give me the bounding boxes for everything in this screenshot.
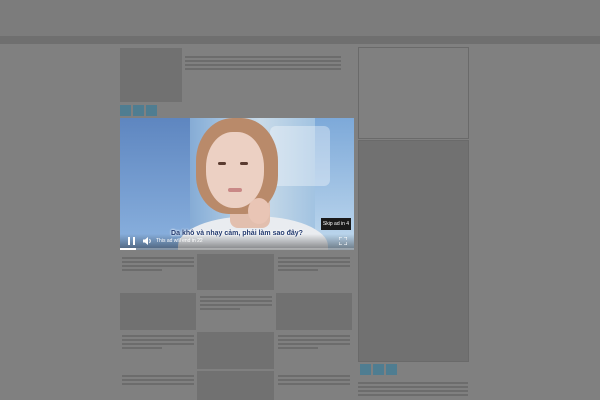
- text-line: [358, 390, 468, 392]
- text-line: [122, 347, 162, 349]
- text-line: [278, 379, 350, 381]
- text-line: [278, 383, 350, 385]
- sidebar-square[interactable]: [373, 364, 384, 375]
- text-line: [185, 56, 341, 58]
- volume-icon[interactable]: [143, 237, 153, 247]
- text-line: [278, 257, 350, 259]
- share-square[interactable]: [146, 105, 157, 116]
- video-progress-fill: [120, 248, 137, 250]
- grid-thumbnail[interactable]: [197, 371, 274, 400]
- share-square[interactable]: [133, 105, 144, 116]
- video-figure-face: [206, 132, 264, 208]
- top-navigation-bar: [0, 0, 600, 36]
- sidebar-square[interactable]: [360, 364, 371, 375]
- video-subtitle: Da khô và nhạy cảm, phải làm sao đây?: [171, 230, 303, 237]
- share-square[interactable]: [120, 105, 131, 116]
- video-figure-hand: [248, 198, 270, 224]
- text-line: [278, 335, 350, 337]
- text-line: [358, 394, 468, 396]
- video-background: [270, 126, 330, 186]
- skip-ad-button[interactable]: Skip ad in 4: [321, 218, 351, 230]
- text-line: [122, 257, 194, 259]
- grid-thumbnail[interactable]: [120, 293, 196, 330]
- text-line: [278, 265, 350, 267]
- sidebar-box-tall: [358, 140, 469, 362]
- text-line: [185, 68, 341, 70]
- thumbnail-top[interactable]: [120, 48, 182, 102]
- text-line: [185, 60, 341, 62]
- text-line: [185, 64, 341, 66]
- text-line: [122, 379, 194, 381]
- text-line: [278, 347, 318, 349]
- text-line: [358, 382, 468, 384]
- text-line: [200, 308, 240, 310]
- fullscreen-icon[interactable]: [338, 236, 348, 247]
- grid-thumbnail[interactable]: [197, 332, 274, 369]
- text-line: [122, 375, 194, 377]
- text-line: [122, 335, 194, 337]
- text-line: [278, 375, 350, 377]
- text-line: [278, 261, 350, 263]
- text-line: [278, 339, 350, 341]
- grid-thumbnail[interactable]: [276, 293, 352, 330]
- sidebar-box-top: [358, 47, 469, 139]
- video-figure-eye: [240, 162, 248, 165]
- text-line: [122, 265, 194, 267]
- text-line: [358, 386, 468, 388]
- nav-divider: [0, 36, 600, 44]
- text-line: [200, 296, 272, 298]
- text-line: [278, 269, 318, 271]
- text-line: [122, 339, 194, 341]
- sidebar-square[interactable]: [386, 364, 397, 375]
- text-line: [278, 343, 350, 345]
- text-line: [122, 343, 194, 345]
- video-figure-eye: [218, 162, 226, 165]
- text-line: [200, 304, 272, 306]
- ad-countdown-text: This ad will end in 22: [156, 238, 203, 244]
- grid-thumbnail[interactable]: [197, 254, 274, 290]
- video-figure-lips: [228, 188, 242, 192]
- video-progress-bar[interactable]: [120, 248, 354, 250]
- text-line: [122, 383, 194, 385]
- text-line: [122, 269, 162, 271]
- text-line: [200, 300, 272, 302]
- text-line: [122, 261, 194, 263]
- pause-icon[interactable]: [128, 237, 135, 247]
